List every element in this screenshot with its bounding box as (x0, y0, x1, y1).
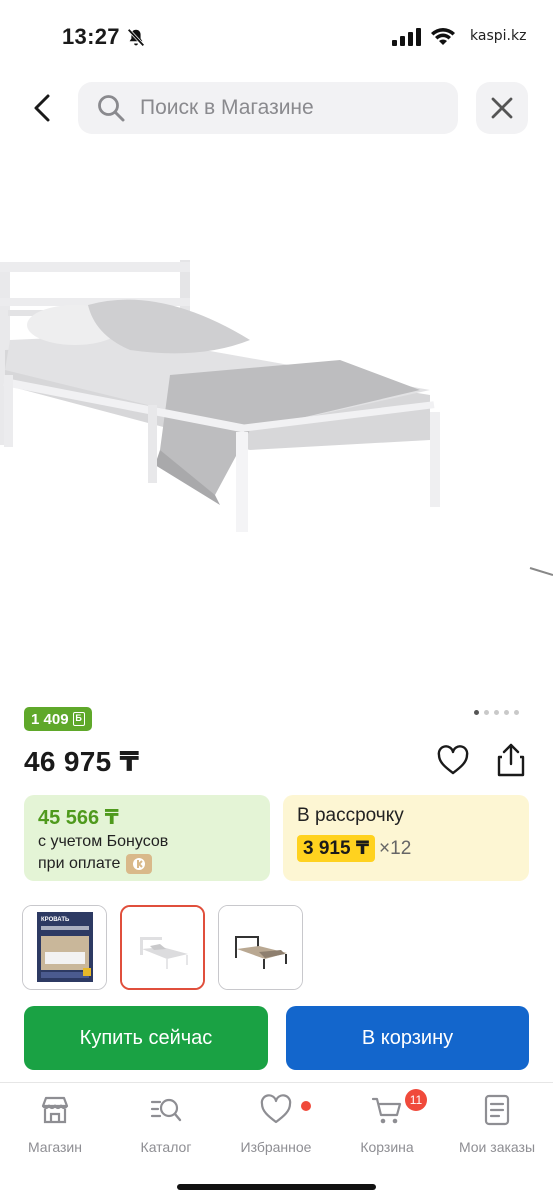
bonus-b-icon: Б (72, 712, 85, 726)
bonus-line-1-text: с учетом Бонусов (38, 833, 169, 850)
bonus-amount: 1 409 (31, 710, 69, 728)
cellular-signal-icon (392, 28, 421, 46)
wifi-icon (431, 28, 455, 45)
gallery-dot (494, 710, 499, 715)
search-input[interactable] (140, 96, 440, 120)
gallery-dots (474, 710, 519, 715)
installment-multiplier: ×12 (379, 837, 412, 859)
gallery-dot (514, 710, 519, 715)
cart-count-badge: 11 (405, 1089, 427, 1111)
share-button[interactable] (494, 742, 528, 778)
back-button[interactable] (24, 88, 60, 128)
home-indicator (177, 1184, 376, 1190)
gallery-dot (474, 710, 479, 715)
bottom-nav: Магазин Каталог Избранное 11 Корзина Мои… (0, 1082, 553, 1200)
favorites-notification-dot (301, 1101, 311, 1111)
share-icon (497, 743, 525, 777)
product-collage-thumbnail: КРОВАТЬ (23, 906, 106, 989)
bonus-price-card[interactable]: 45 566 ₸ с учетом Бонусов при оплате (24, 795, 270, 881)
nav-favorites-label: Избранное (240, 1139, 312, 1155)
nav-shop-label: Магазин (27, 1139, 82, 1155)
heart-icon (260, 1094, 292, 1124)
watermark-text: kaspi.kz (470, 28, 527, 44)
installment-row: 3 915 ₸ ×12 (297, 835, 515, 862)
collage-caption: КРОВАТЬ (41, 917, 70, 923)
gallery-dot (504, 710, 509, 715)
kaspi-logo-icon (126, 854, 153, 874)
shop-icon (41, 1096, 69, 1124)
close-icon (491, 97, 513, 119)
bonus-line-2-text: при оплате (38, 855, 121, 872)
status-bar: 13:27 kaspi.kz (0, 0, 553, 75)
thumbnail-3[interactable] (218, 905, 303, 990)
buy-now-button[interactable]: Купить сейчас (24, 1006, 268, 1070)
orders-icon (484, 1094, 510, 1126)
nav-cart[interactable]: 11 Корзина (332, 1089, 442, 1155)
nav-orders-label: Мои заказы (458, 1139, 536, 1155)
nav-cart-label: Корзина (360, 1139, 414, 1155)
catalog-search-icon (150, 1098, 182, 1122)
installment-card[interactable]: В рассрочку 3 915 ₸ ×12 (283, 795, 529, 881)
thumbnail-1[interactable]: КРОВАТЬ (22, 905, 107, 990)
thumbnail-2[interactable] (120, 905, 205, 990)
installment-title: В рассрочку (297, 805, 404, 826)
heart-icon (437, 745, 469, 775)
bonus-badge: 1 409 Б (24, 707, 92, 731)
black-bed-thumbnail (219, 906, 302, 989)
nav-orders[interactable]: Мои заказы (442, 1093, 552, 1155)
bonus-price: 45 566 ₸ (38, 807, 119, 829)
nav-shop[interactable]: Магазин (0, 1093, 110, 1155)
nav-catalog-label: Каталог (140, 1139, 192, 1155)
nav-catalog[interactable]: Каталог (111, 1093, 221, 1155)
chevron-left-icon (34, 94, 50, 122)
bonus-line-1: с учетом Бонусов (38, 833, 256, 851)
status-time: 13:27 (62, 24, 120, 49)
product-price: 46 975 ₸ (24, 746, 140, 777)
gallery-dot (484, 710, 489, 715)
search-icon (98, 95, 125, 122)
cart-icon (371, 1097, 402, 1124)
close-button[interactable] (476, 82, 528, 134)
bell-muted-icon (127, 28, 145, 47)
bed-image (0, 260, 553, 576)
search-bar[interactable] (78, 82, 458, 134)
favorite-button[interactable] (436, 744, 470, 778)
add-to-cart-button[interactable]: В корзину (286, 1006, 529, 1070)
white-bed-thumbnail (122, 907, 203, 988)
installment-monthly: 3 915 ₸ (297, 835, 376, 862)
product-image[interactable] (0, 150, 553, 690)
bonus-line-2: при оплате (38, 854, 256, 874)
nav-favorites[interactable]: Избранное (221, 1093, 331, 1155)
